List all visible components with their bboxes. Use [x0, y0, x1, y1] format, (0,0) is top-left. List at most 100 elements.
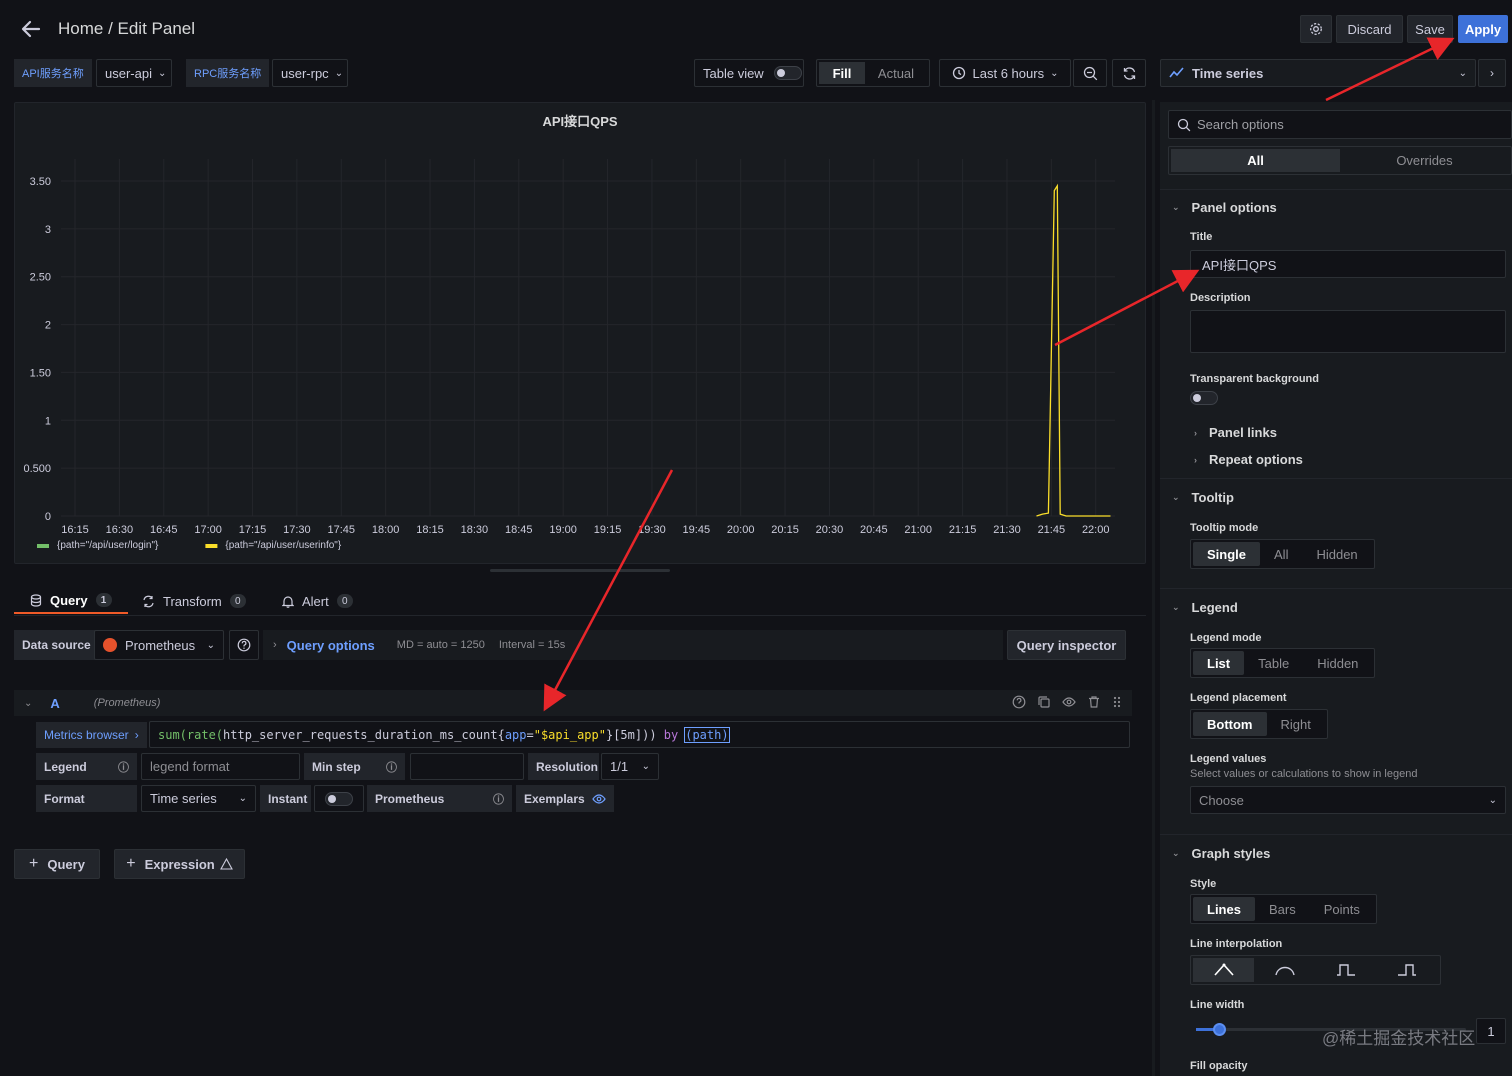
- section-graph-styles[interactable]: ⌄ Graph styles: [1172, 846, 1270, 861]
- legend-mode-table[interactable]: Table: [1244, 651, 1303, 675]
- database-icon: [30, 593, 42, 607]
- panel-resize-handle[interactable]: [490, 569, 670, 572]
- zoom-out-button[interactable]: [1073, 59, 1107, 87]
- search-options-input[interactable]: Search options: [1168, 110, 1512, 139]
- min-step-input[interactable]: [410, 753, 524, 780]
- info-icon[interactable]: ⓘ: [386, 759, 397, 775]
- help-icon[interactable]: [1012, 695, 1026, 709]
- visualization-picker[interactable]: Time series ⌄: [1160, 59, 1476, 87]
- back-arrow-icon[interactable]: [20, 18, 42, 40]
- tooltip-mode-all[interactable]: All: [1260, 542, 1302, 566]
- tab-overrides[interactable]: Overrides: [1340, 149, 1509, 172]
- title-input[interactable]: API接口QPS: [1190, 250, 1506, 278]
- style-lines[interactable]: Lines: [1193, 897, 1255, 921]
- resolution-select[interactable]: 1/1 ⌄: [601, 753, 659, 780]
- section-tooltip[interactable]: ⌄ Tooltip: [1172, 490, 1234, 505]
- query-inspector-button[interactable]: Query inspector: [1007, 630, 1126, 660]
- split-divider[interactable]: [1152, 100, 1155, 1076]
- trash-icon[interactable]: [1087, 695, 1101, 709]
- save-button[interactable]: Save: [1407, 15, 1453, 43]
- interp-linear-option[interactable]: [1193, 958, 1255, 982]
- drag-handle-icon[interactable]: [1112, 695, 1122, 709]
- line-width-slider-thumb[interactable]: [1213, 1023, 1226, 1036]
- time-series-chart[interactable]: 16:15 16:30 16:45 17:00 17:15 17:30 17:45 18:00…: [15, 103, 1145, 563]
- style-bars[interactable]: Bars: [1255, 897, 1310, 921]
- query-ref-id[interactable]: A: [50, 696, 59, 711]
- query-options-bar[interactable]: › Query options MD = auto = 1250 Interva…: [263, 630, 1003, 660]
- interp-smooth-option[interactable]: [1254, 958, 1315, 982]
- legend-mode-list[interactable]: List: [1193, 651, 1245, 675]
- tab-alert[interactable]: Alert 0: [282, 588, 353, 614]
- line-width-input[interactable]: 1: [1476, 1018, 1506, 1044]
- add-expression-button[interactable]: + Expression: [114, 849, 245, 879]
- x-tick-label: 18:15: [416, 524, 444, 536]
- interp-step-before-option[interactable]: [1316, 958, 1377, 982]
- resolution-label: Resolution: [528, 753, 599, 780]
- discard-button[interactable]: Discard: [1336, 15, 1403, 43]
- section-repeat-options[interactable]: › Repeat options: [1194, 452, 1303, 467]
- section-legend[interactable]: ⌄ Legend: [1172, 600, 1238, 615]
- tab-all[interactable]: All: [1171, 149, 1340, 172]
- fill-option[interactable]: Fill: [819, 62, 865, 84]
- variable-select-rpc[interactable]: user-rpc ⌄: [272, 59, 348, 87]
- tab-transform[interactable]: Transform 0: [142, 588, 246, 614]
- legend-placement-bottom[interactable]: Bottom: [1193, 712, 1267, 736]
- data-source-help-button[interactable]: [229, 630, 259, 660]
- collapse-options-button[interactable]: ›: [1478, 59, 1506, 87]
- refresh-button[interactable]: [1112, 59, 1146, 87]
- duplicate-icon[interactable]: [1037, 695, 1051, 709]
- legend-placement-right[interactable]: Right: [1267, 712, 1325, 736]
- legend-mode-hidden[interactable]: Hidden: [1303, 651, 1372, 675]
- info-icon[interactable]: ⓘ: [118, 759, 129, 775]
- promql-editor[interactable]: sum(rate(http_server_requests_duration_m…: [149, 721, 1130, 748]
- variable-select-api[interactable]: user-api ⌄: [96, 59, 172, 87]
- section-panel-links[interactable]: › Panel links: [1194, 425, 1277, 440]
- interp-step-after-option[interactable]: [1377, 958, 1438, 982]
- x-tick-label: 18:30: [461, 524, 489, 536]
- style-points[interactable]: Points: [1310, 897, 1374, 921]
- legend-item-label: {path="/api/user/login"}: [57, 540, 159, 551]
- section-label: Tooltip: [1191, 490, 1234, 505]
- section-panel-options[interactable]: ⌄ Panel options: [1172, 200, 1277, 215]
- section-label: Legend: [1191, 600, 1238, 615]
- y-tick-label: 2.50: [30, 272, 51, 284]
- chevron-down-icon: ⌄: [1172, 602, 1180, 612]
- legend-placement-group: Bottom Right: [1190, 709, 1328, 739]
- gear-icon: [1310, 23, 1322, 35]
- settings-button[interactable]: [1300, 15, 1332, 43]
- apply-button[interactable]: Apply: [1458, 15, 1508, 43]
- x-tick-label: 19:00: [549, 524, 577, 536]
- fill-opacity-label: Fill opacity: [1190, 1060, 1248, 1072]
- legend-format-input[interactable]: legend format: [141, 753, 300, 780]
- tab-query[interactable]: Query 1: [14, 588, 128, 614]
- x-tick-label: 19:15: [594, 524, 622, 536]
- time-range-label: Last 6 hours: [972, 65, 1045, 81]
- info-icon[interactable]: ⓘ: [493, 791, 504, 807]
- eye-icon[interactable]: [592, 792, 606, 806]
- y-tick-label: 3.50: [30, 176, 51, 188]
- metrics-browser-button[interactable]: Metrics browser ›: [36, 722, 147, 748]
- actual-option[interactable]: Actual: [865, 62, 927, 84]
- data-source-picker[interactable]: Prometheus ⌄: [94, 630, 224, 660]
- instant-toggle[interactable]: [325, 791, 353, 806]
- tooltip-mode-single[interactable]: Single: [1193, 542, 1261, 566]
- breadcrumb: Home / Edit Panel: [58, 19, 196, 38]
- tooltip-mode-hidden[interactable]: Hidden: [1302, 542, 1371, 566]
- step-before-icon: [1337, 964, 1356, 976]
- add-query-button[interactable]: + Query: [14, 849, 100, 879]
- eye-icon[interactable]: [1062, 695, 1076, 709]
- options-tabs: All Overrides: [1168, 146, 1512, 175]
- legend-values-select[interactable]: Choose ⌄: [1190, 786, 1506, 814]
- search-icon: [1177, 118, 1191, 131]
- time-range-picker[interactable]: Last 6 hours ⌄: [939, 59, 1071, 87]
- x-tick-label: 19:30: [638, 524, 666, 536]
- transparent-toggle[interactable]: [1190, 391, 1218, 405]
- toggle-switch[interactable]: [773, 66, 802, 80]
- promql-arg: (path): [684, 726, 730, 743]
- format-select[interactable]: Time series ⌄: [141, 785, 256, 812]
- table-view-toggle[interactable]: Table view: [694, 59, 804, 87]
- variable-value: user-api: [105, 65, 152, 81]
- description-textarea[interactable]: [1190, 310, 1506, 353]
- collapse-chevron-icon[interactable]: ⌄: [24, 698, 32, 709]
- tooltip-mode-group: Single All Hidden: [1190, 539, 1375, 569]
